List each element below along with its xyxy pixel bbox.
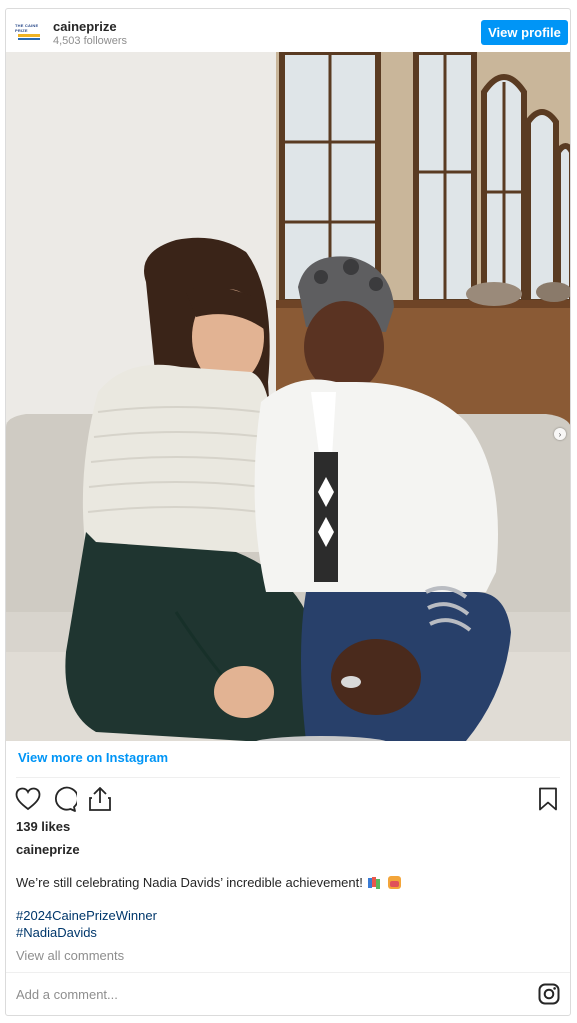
books-emoji-icon bbox=[368, 877, 381, 889]
view-profile-button[interactable]: View profile bbox=[481, 20, 568, 45]
instagram-embed-card: THE CAINE PRIZE caineprize 4,503 followe… bbox=[5, 8, 571, 1016]
like-count[interactable]: 139 likes bbox=[16, 819, 70, 834]
add-comment-input[interactable]: Add a comment... bbox=[16, 987, 118, 1002]
comment-icon[interactable] bbox=[50, 785, 78, 813]
hashtag-link[interactable]: #2024CainePrizeWinner bbox=[16, 908, 157, 923]
follower-count: 4,503 followers bbox=[53, 35, 127, 47]
logo-bar-blue bbox=[18, 37, 40, 40]
gift-emoji-icon bbox=[388, 876, 402, 889]
share-icon[interactable] bbox=[86, 785, 114, 813]
profile-username[interactable]: caineprize bbox=[53, 19, 117, 34]
heart-icon[interactable] bbox=[14, 785, 42, 813]
instagram-logo-icon[interactable] bbox=[538, 983, 560, 1005]
divider bbox=[6, 972, 570, 973]
view-more-on-instagram-link[interactable]: View more on Instagram bbox=[18, 750, 168, 765]
logo-bar bbox=[18, 33, 40, 37]
logo-text: THE CAINE PRIZE bbox=[15, 22, 39, 33]
view-all-comments-link[interactable]: View all comments bbox=[16, 948, 124, 963]
profile-avatar[interactable]: THE CAINE PRIZE bbox=[15, 20, 43, 42]
action-bar bbox=[14, 785, 114, 813]
hashtag-link[interactable]: #NadiaDavids bbox=[16, 925, 97, 940]
next-image-arrow-icon[interactable]: › bbox=[554, 428, 566, 440]
post-photo[interactable]: › ● bbox=[6, 52, 570, 741]
caption-username[interactable]: caineprize bbox=[16, 842, 80, 857]
bookmark-icon[interactable] bbox=[536, 785, 560, 813]
caption-text: We’re still celebrating Nadia Davids’ in… bbox=[16, 875, 363, 890]
post-header: THE CAINE PRIZE caineprize 4,503 followe… bbox=[6, 9, 570, 53]
divider bbox=[16, 777, 560, 778]
caption-text-row: We’re still celebrating Nadia Davids’ in… bbox=[16, 875, 402, 890]
photo-illustration bbox=[6, 52, 570, 741]
